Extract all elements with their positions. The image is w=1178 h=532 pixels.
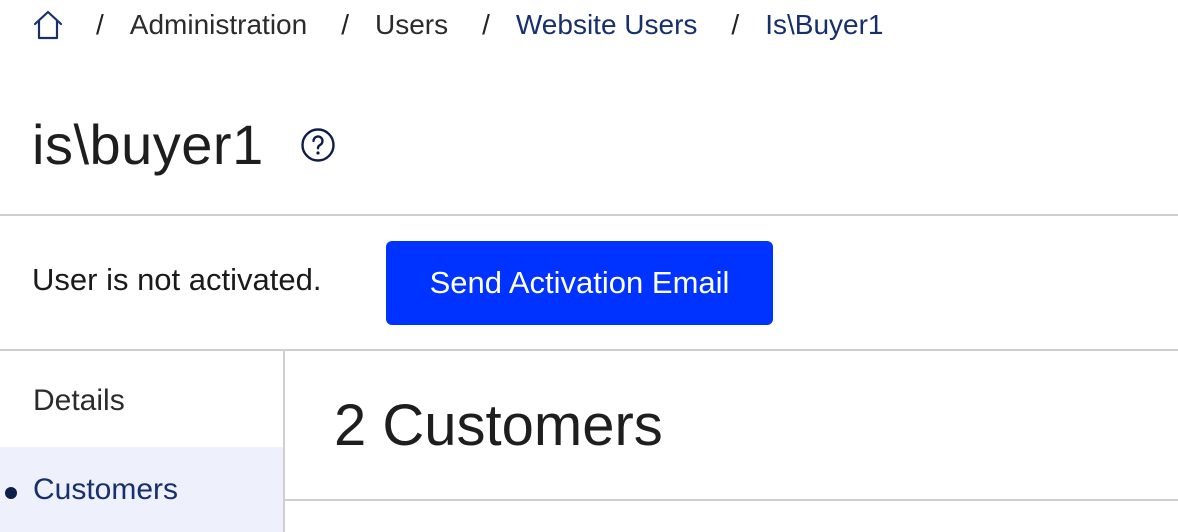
divider [0,214,1178,216]
breadcrumb-separator: / [731,9,740,40]
side-nav-item-label: Details [33,384,125,417]
breadcrumb-separator: / [341,9,349,40]
page-title: is\buyer1 [32,113,264,176]
breadcrumb-administration[interactable]: Administration [130,9,307,41]
breadcrumb-website-users[interactable]: Website Users [516,9,698,41]
side-nav-divider [283,351,285,532]
user-detail-page: / Administration / Users / Website Users… [0,0,1178,532]
side-nav-item-customers[interactable]: Customers [0,447,283,532]
breadcrumb-separator: / [482,9,490,40]
side-nav-item-details[interactable]: Details [0,356,283,446]
divider [285,499,1178,501]
breadcrumb-current-user[interactable]: Is\Buyer1 [765,9,883,41]
customers-section-title: 2 Customers [334,393,663,458]
breadcrumb: / Administration / Users / Website Users… [32,6,883,44]
side-nav: Details Customers [0,351,283,532]
help-icon[interactable] [300,127,336,163]
breadcrumb-users[interactable]: Users [375,9,448,41]
title-row: is\buyer1 [32,112,336,177]
send-activation-email-button[interactable]: Send Activation Email [386,241,773,325]
activation-status-text: User is not activated. [32,262,322,297]
home-icon[interactable] [32,9,64,41]
breadcrumb-separator: / [96,9,104,40]
side-nav-item-label: Customers [33,473,179,506]
active-indicator-dot [5,487,17,499]
